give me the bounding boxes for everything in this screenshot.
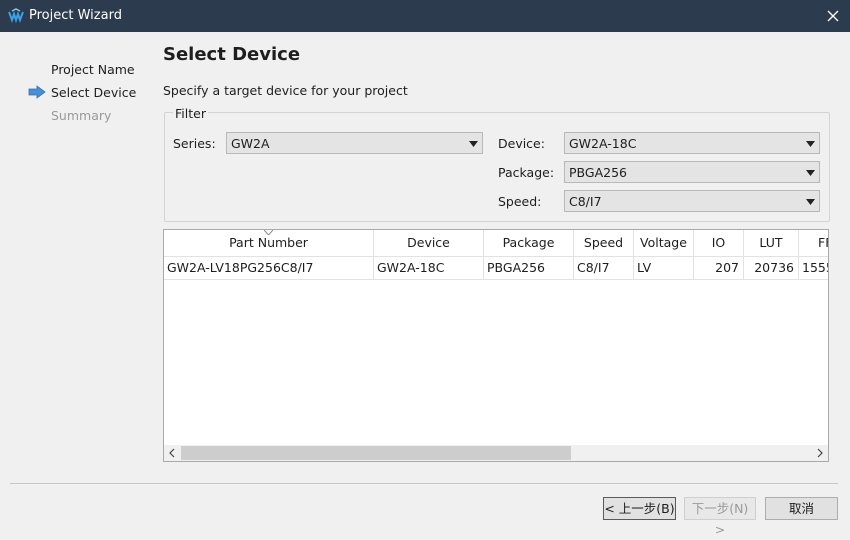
cell-lut: 20736 — [744, 257, 799, 279]
step-select-device: Select Device — [51, 85, 137, 100]
footer-divider — [10, 483, 838, 484]
sort-indicator-icon — [264, 230, 273, 235]
page-title: Select Device — [163, 44, 301, 65]
package-value: PBGA256 — [569, 165, 627, 180]
cell-device: GW2A-18C — [374, 257, 484, 279]
device-table[interactable]: Part Number Device Package Speed Voltage… — [163, 229, 829, 462]
cancel-button[interactable]: 取消 — [765, 497, 838, 520]
package-label: Package: — [498, 165, 555, 180]
speed-value: C8/I7 — [569, 194, 602, 209]
series-label: Series: — [173, 136, 216, 151]
column-header-speed[interactable]: Speed — [574, 230, 634, 256]
table-header: Part Number Device Package Speed Voltage… — [164, 230, 828, 257]
cell-io: 207 — [694, 257, 744, 279]
column-header-device[interactable]: Device — [374, 230, 484, 256]
series-combo[interactable]: GW2A — [226, 132, 483, 154]
scrollbar-thumb[interactable] — [181, 446, 571, 460]
title-bar: Project Wizard — [0, 0, 850, 32]
cell-package: PBGA256 — [484, 257, 574, 279]
scroll-right-icon[interactable] — [812, 445, 828, 461]
package-combo[interactable]: PBGA256 — [564, 161, 820, 183]
next-button[interactable]: 下一步(N) > — [684, 497, 756, 537]
cell-ff: 15552 — [799, 257, 828, 279]
column-header-voltage[interactable]: Voltage — [634, 230, 694, 256]
window-title: Project Wizard — [29, 8, 122, 23]
device-label: Device: — [498, 136, 545, 151]
column-header-lut[interactable]: LUT — [744, 230, 799, 256]
device-value: GW2A-18C — [569, 136, 637, 151]
column-header-package[interactable]: Package — [484, 230, 574, 256]
chevron-down-icon — [806, 170, 815, 176]
table-row[interactable]: GW2A-LV18PG256C8/I7 GW2A-18C PBGA256 C8/… — [164, 257, 828, 280]
back-button[interactable]: < 上一步(B) — [603, 497, 676, 520]
device-combo[interactable]: GW2A-18C — [564, 132, 820, 154]
column-header-ff[interactable]: FF — [799, 230, 828, 256]
chevron-down-icon — [806, 141, 815, 147]
scroll-left-icon[interactable] — [164, 445, 180, 461]
close-icon[interactable] — [824, 7, 842, 25]
horizontal-scrollbar[interactable] — [164, 445, 828, 461]
page-subtitle: Specify a target device for your project — [163, 83, 408, 98]
filter-legend: Filter — [173, 106, 208, 121]
chevron-down-icon — [469, 141, 478, 147]
series-value: GW2A — [231, 136, 270, 151]
cell-part-number: GW2A-LV18PG256C8/I7 — [164, 257, 374, 279]
cell-speed: C8/I7 — [574, 257, 634, 279]
column-header-io[interactable]: IO — [694, 230, 744, 256]
gowin-logo-icon — [8, 8, 24, 24]
cell-voltage: LV — [634, 257, 694, 279]
speed-label: Speed: — [498, 194, 542, 209]
step-summary: Summary — [51, 108, 112, 123]
step-project-name: Project Name — [51, 62, 135, 77]
wizard-steps: Project Name Select Device Summary — [0, 32, 150, 462]
chevron-down-icon — [806, 199, 815, 205]
arrow-right-icon — [28, 85, 46, 99]
speed-combo[interactable]: C8/I7 — [564, 190, 820, 212]
